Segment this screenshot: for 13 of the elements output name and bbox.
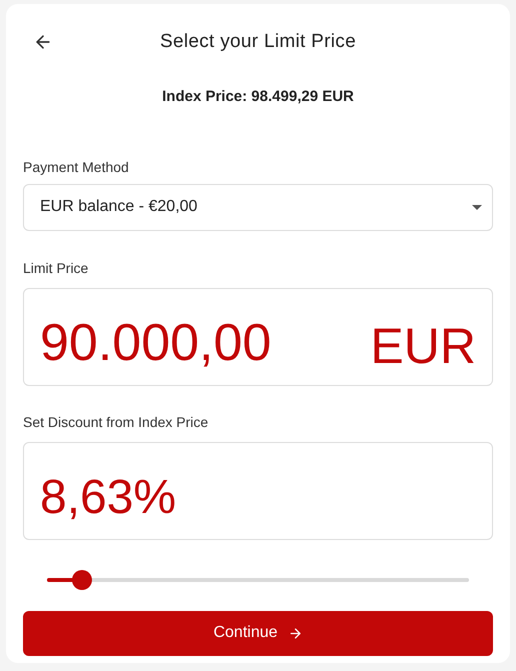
page-title: Select your Limit Price (160, 30, 356, 54)
slider-thumb[interactable] (72, 570, 92, 590)
limit-price-field[interactable]: 90.000,00 EUR (23, 288, 493, 386)
currency-label: EUR (370, 316, 476, 370)
continue-button[interactable]: Continue (23, 610, 493, 656)
dropdown-caret-icon (472, 204, 482, 210)
field-label: Limit Price (23, 258, 88, 278)
field-label: Set Discount from Index Price (23, 412, 208, 432)
arrow-right-icon (288, 626, 303, 640)
discount-field[interactable]: 8,63% (23, 442, 493, 540)
payment-method-select[interactable]: EUR balance - €20,00 (23, 184, 493, 230)
index-price: Index Price: 98.499,29 EUR (162, 87, 354, 107)
field-label: Payment Method (23, 158, 129, 177)
